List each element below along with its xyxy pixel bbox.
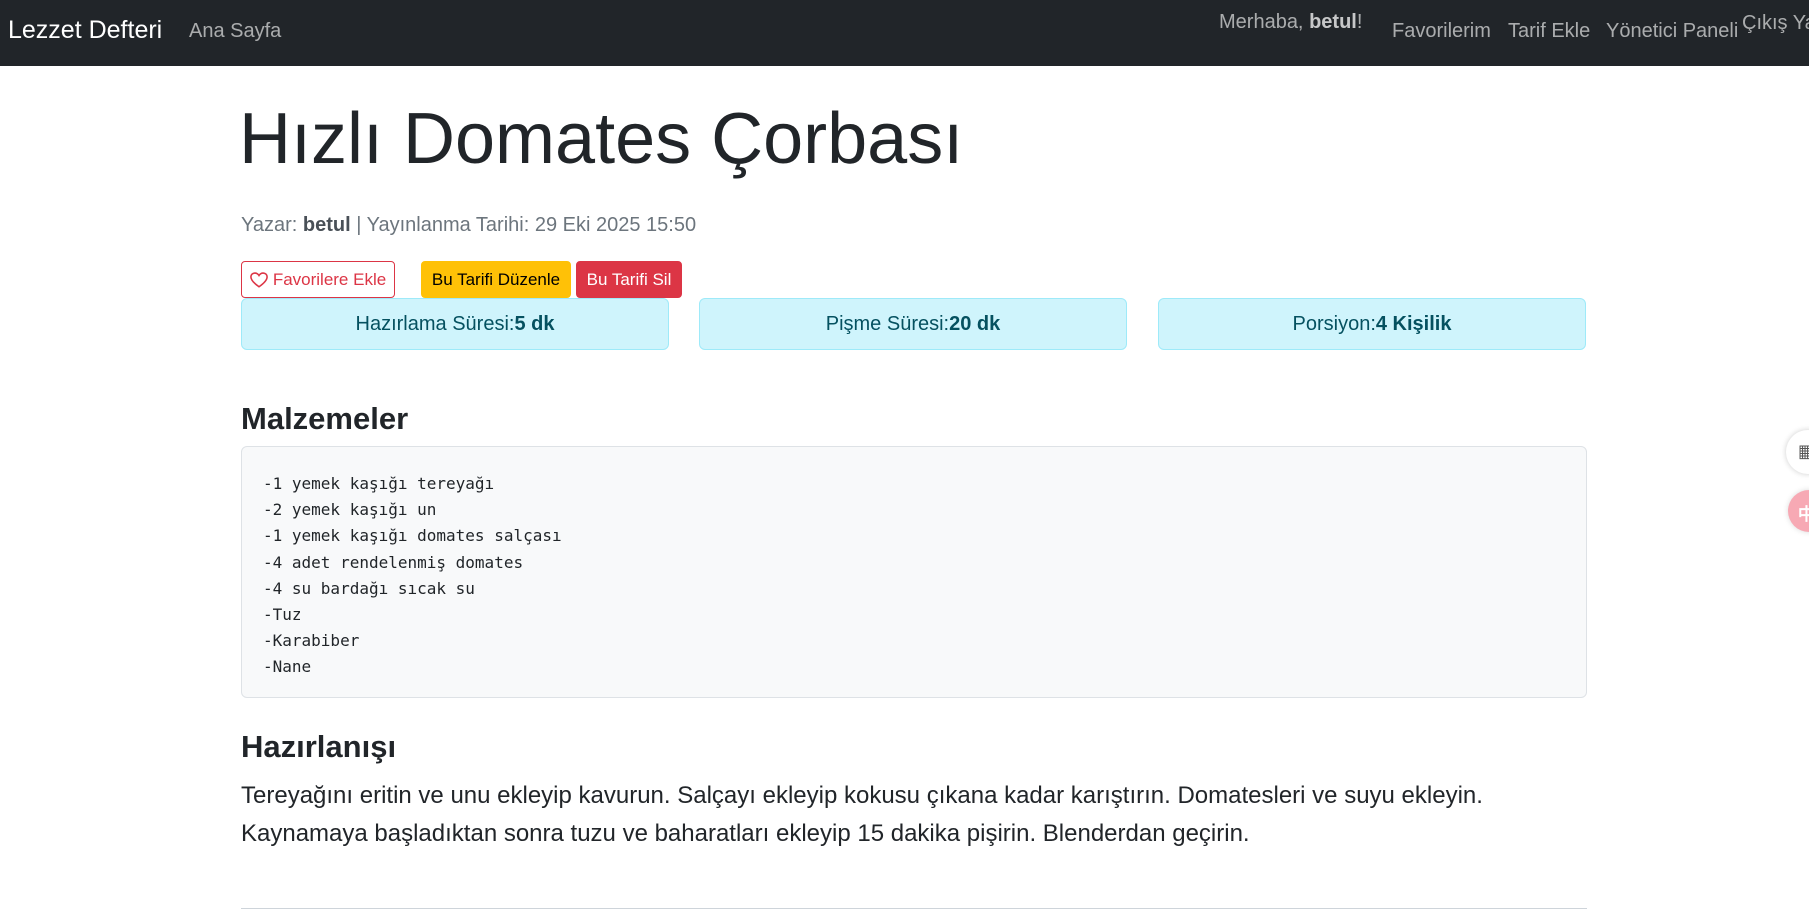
servings-value: 4 Kişilik bbox=[1375, 312, 1452, 335]
delete-recipe-button[interactable]: Bu Tarifi Sil bbox=[576, 261, 682, 298]
ingredient-item: -2 yemek kaşığı un bbox=[263, 500, 437, 520]
ingredients-list: -1 yemek kaşığı tereyağı -2 yemek kaşığı… bbox=[241, 446, 1587, 698]
nav-home-link[interactable]: Ana Sayfa bbox=[189, 20, 281, 43]
nav-admin-panel-link[interactable]: Yönetici Paneli bbox=[1606, 20, 1738, 43]
cook-time-label: Pişme Süresi: bbox=[825, 312, 950, 335]
cook-time-value: 20 dk bbox=[949, 312, 1001, 335]
prep-time-box: Hazırlama Süresi: 5 dk bbox=[241, 298, 669, 350]
servings-label: Porsiyon: bbox=[1292, 312, 1376, 335]
edit-recipe-button[interactable]: Bu Tarifi Düzenle bbox=[421, 261, 571, 298]
add-to-favorites-button[interactable]: Favorilere Ekle bbox=[241, 261, 395, 298]
recipe-meta: Yazar: betul | Yayınlanma Tarihi: 29 Eki… bbox=[241, 214, 696, 237]
author-name: betul bbox=[302, 214, 351, 236]
recipe-title: Hızlı Domates Çorbası bbox=[239, 99, 964, 179]
preparation-heading: Hazırlanışı bbox=[241, 729, 397, 764]
side-widget-grid[interactable]: ▦ bbox=[1786, 430, 1809, 474]
side-widget-translate[interactable]: 中 bbox=[1788, 490, 1809, 532]
ingredient-item: -4 adet rendelenmiş domates bbox=[263, 552, 524, 572]
section-divider bbox=[241, 908, 1587, 909]
heart-outline-icon bbox=[249, 271, 268, 288]
ingredient-item: -1 yemek kaşığı domates salçası bbox=[263, 526, 562, 546]
brand-link[interactable]: Lezzet Defteri bbox=[8, 16, 162, 45]
grid-icon: ▦ bbox=[1798, 441, 1809, 461]
prep-time-label: Hazırlama Süresi: bbox=[355, 312, 515, 335]
nav-logout-link[interactable]: Çıkış Ya bbox=[1742, 12, 1809, 35]
nav-favorites-link[interactable]: Favorilerim bbox=[1392, 20, 1491, 43]
preparation-text: Tereyağını eritin ve unu ekleyip kavurun… bbox=[241, 782, 1483, 847]
user-greeting: Merhaba, betul! bbox=[1219, 11, 1362, 34]
servings-box: Porsiyon: 4 Kişilik bbox=[1158, 298, 1586, 350]
top-navbar: Lezzet Defteri Ana Sayfa Merhaba, betul!… bbox=[0, 0, 1809, 66]
ingredient-item: -4 su bardağı sıcak su bbox=[263, 578, 475, 598]
greeting-username: betul bbox=[1309, 11, 1357, 33]
author-label: Yazar: bbox=[241, 214, 303, 236]
published-date: | Yayınlanma Tarihi: 29 Eki 2025 15:50 bbox=[350, 214, 697, 236]
prep-time-value: 5 dk bbox=[514, 312, 555, 335]
ingredient-item: -Tuz bbox=[263, 605, 302, 625]
cook-time-box: Pişme Süresi: 20 dk bbox=[699, 298, 1127, 350]
greeting-prefix: Merhaba, bbox=[1219, 11, 1310, 33]
ingredient-item: -Karabiber bbox=[263, 631, 360, 651]
favorite-button-label: Favorilere Ekle bbox=[272, 269, 387, 289]
ingredients-heading: Malzemeler bbox=[241, 401, 409, 436]
nav-add-recipe-link[interactable]: Tarif Ekle bbox=[1508, 20, 1590, 43]
greeting-suffix: ! bbox=[1356, 11, 1363, 33]
translate-icon: 中 bbox=[1798, 505, 1809, 524]
ingredient-item: -1 yemek kaşığı tereyağı bbox=[263, 474, 495, 493]
ingredient-item: -Nane bbox=[263, 657, 312, 677]
